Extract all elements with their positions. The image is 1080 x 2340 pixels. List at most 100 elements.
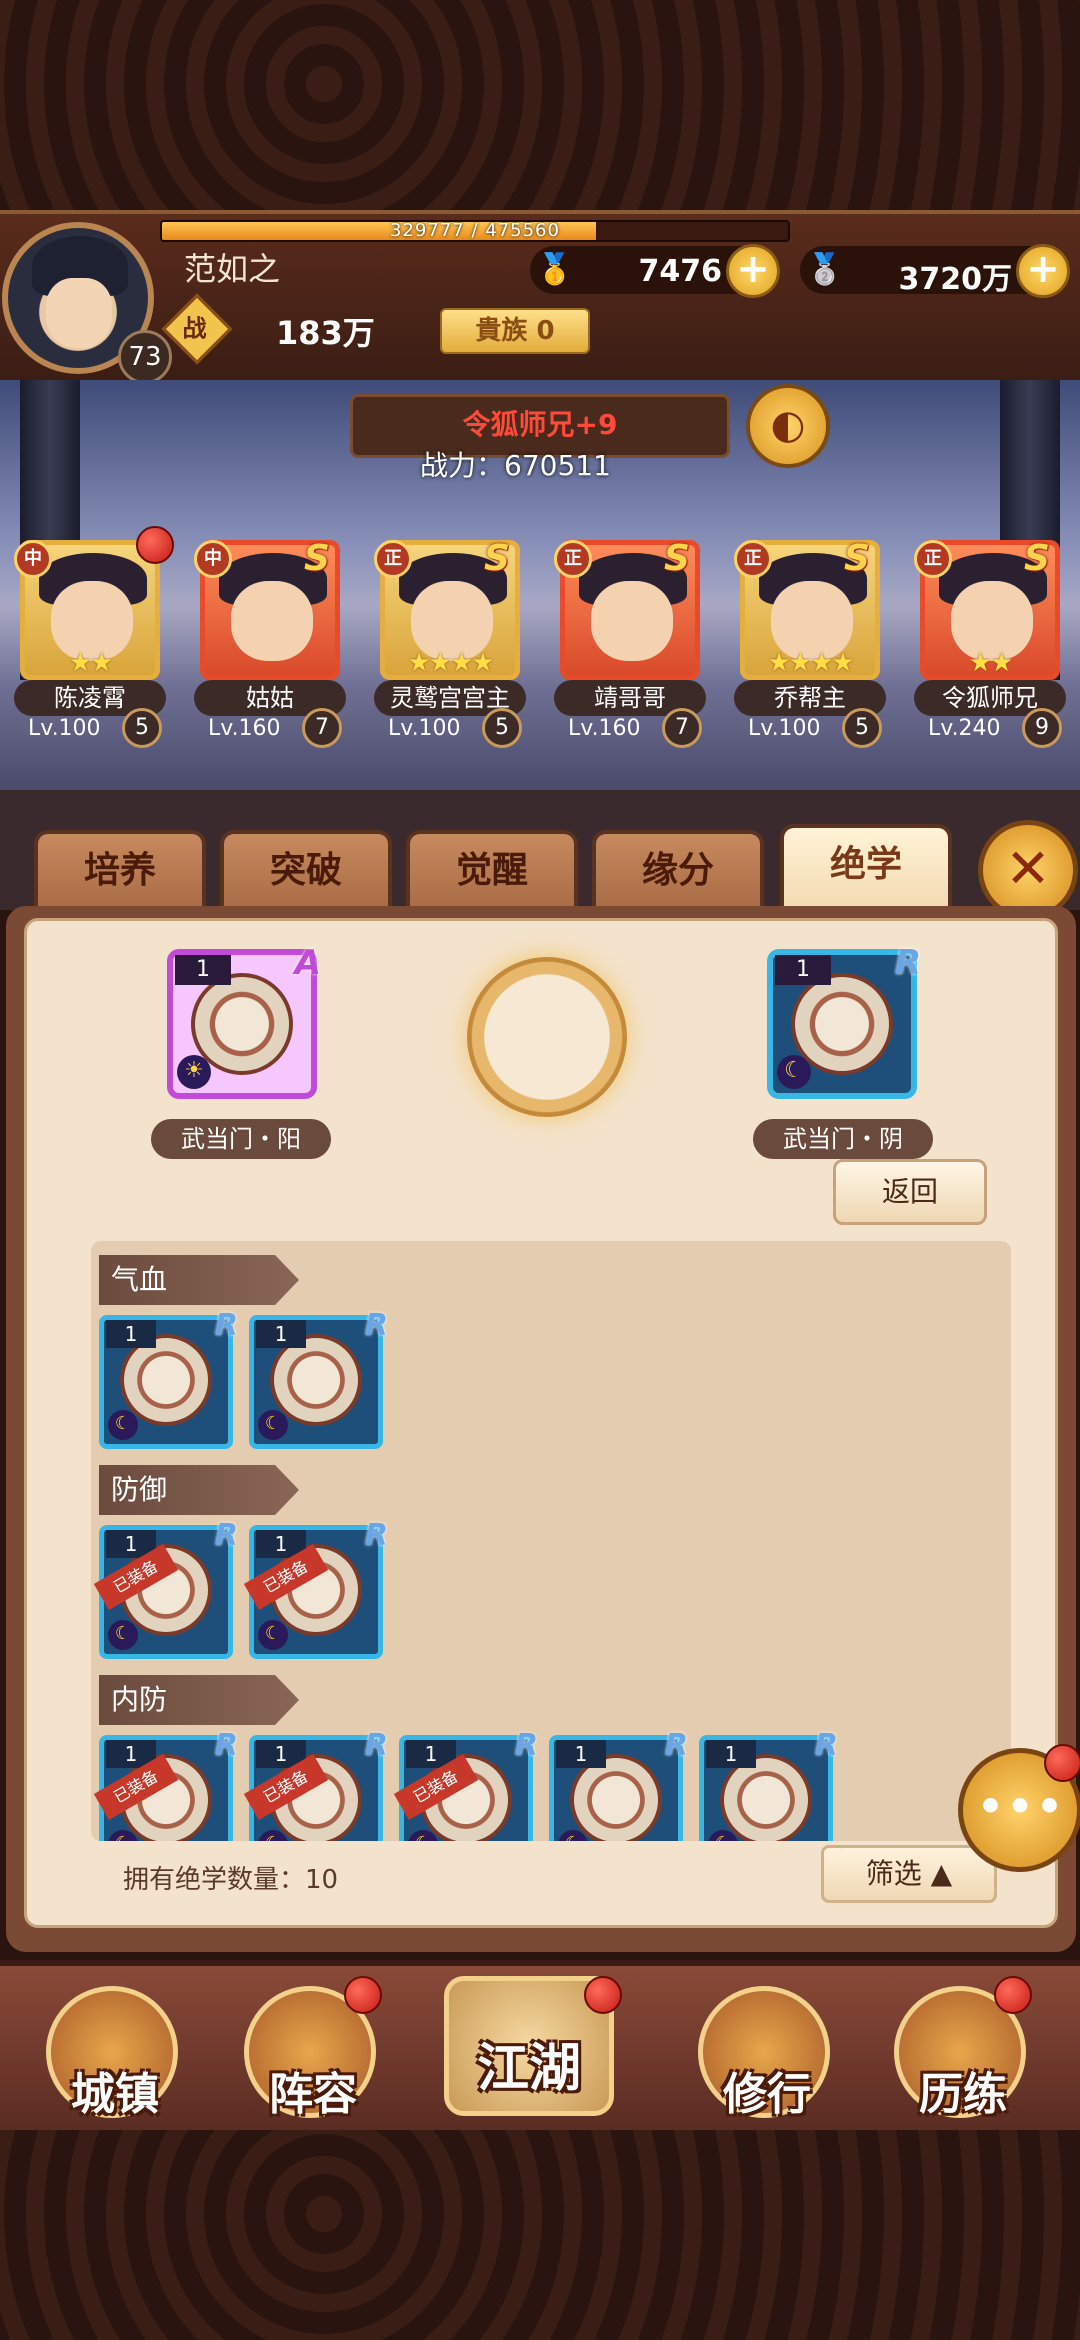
rank-badge: R	[664, 1728, 688, 1763]
gold-counter: 🥇 7476 +	[530, 244, 780, 298]
nav-label: 城镇	[71, 2069, 159, 2120]
moon-icon: ☾	[777, 1055, 811, 1089]
faction-badge: 正	[734, 540, 772, 578]
notification-dot	[344, 1976, 382, 2014]
nav-4[interactable]: 历练	[888, 1976, 1038, 2136]
hero-count-badge: 7	[302, 708, 342, 748]
bottom-background	[0, 2130, 1080, 2340]
top-background	[0, 0, 1080, 210]
hero-count-badge: 5	[122, 708, 162, 748]
hero-count-badge: 7	[662, 708, 702, 748]
skill-count-badge: 1	[106, 1320, 156, 1348]
hero-card[interactable]: 正 S 靖哥哥 Lv.160 7	[554, 538, 706, 748]
nav-1[interactable]: 阵容	[238, 1976, 388, 2136]
skill-count-badge: 1	[706, 1740, 756, 1768]
skill-card[interactable]: 1R☾已装备	[243, 1518, 388, 1659]
battle-power-icon: 战	[161, 293, 233, 365]
player-header: 329777 / 475560 73 范如之 🥇 7476 + 🥈 3720万 …	[0, 210, 1080, 384]
rank-badge: R	[214, 1518, 238, 1553]
nav-2[interactable]: 江湖	[444, 1976, 622, 2136]
skill-card[interactable]: 1R☾已装备	[93, 1728, 238, 1841]
back-button[interactable]: 返回	[833, 1159, 987, 1225]
hero-level: Lv.240	[928, 716, 1001, 741]
silver-value: 3720万	[898, 262, 1013, 297]
hero-level: Lv.160	[568, 716, 641, 741]
tab-3[interactable]: 缘分	[592, 830, 764, 912]
skill-count-badge: 1	[256, 1320, 306, 1348]
player-name: 范如之	[184, 250, 281, 288]
tab-bar: 培养 突破 觉醒 缘分 绝学 ✕	[0, 790, 1080, 920]
nav-3[interactable]: 修行	[692, 1986, 842, 2136]
hero-count-badge: 5	[482, 708, 522, 748]
star-rating: ★★	[968, 648, 1014, 678]
faction-badge: 中	[194, 540, 232, 578]
skill-card[interactable]: 1R☾已装备	[393, 1728, 538, 1841]
rank-badge: R	[214, 1728, 238, 1763]
close-button[interactable]: ✕	[978, 820, 1078, 920]
noble-badge[interactable]: 貴族 0	[440, 308, 590, 354]
faction-badge: 正	[374, 540, 412, 578]
category-header: 内防	[99, 1675, 299, 1725]
hero-card[interactable]: 中 ★★ 陈凌霄 Lv.100 5	[14, 540, 166, 748]
category-header: 气血	[99, 1255, 299, 1305]
filter-button[interactable]: 筛选 ▲	[821, 1845, 997, 1903]
nav-label: 江湖	[476, 2039, 581, 2099]
skill-card[interactable]: 1R☾已装备	[93, 1518, 238, 1659]
category-header: 防御	[99, 1465, 299, 1515]
rank-badge: R	[214, 1308, 238, 1343]
moon-icon: ☾	[108, 1410, 138, 1440]
moon-icon: ☾	[258, 1410, 288, 1440]
hero-card[interactable]: 正 S ★★★★ 灵鹫宫宫主 Lv.100 5	[374, 538, 526, 748]
nav-0[interactable]: 城镇	[40, 1986, 190, 2136]
rank-badge: R	[814, 1728, 838, 1763]
rarity-badge: S	[844, 538, 870, 579]
silver-ingot-icon: 🥈	[806, 252, 844, 287]
hero-card[interactable]: 中 S 姑姑 Lv.160 7	[194, 538, 346, 748]
tab-1[interactable]: 突破	[220, 830, 392, 912]
skill-list[interactable]: 气血1R☾1R☾防御1R☾已装备1R☾已装备内防1R☾已装备1R☾已装备1R☾已…	[91, 1241, 1011, 1841]
rank-badge: A	[294, 943, 321, 983]
exp-bar: 329777 / 475560	[160, 220, 790, 242]
hero-level: Lv.100	[28, 716, 101, 741]
skill-count-badge: 1	[175, 955, 231, 985]
hero-card[interactable]: 正 S ★★ 令狐师兄 Lv.240 9	[914, 538, 1066, 748]
notification-dot	[1044, 1744, 1080, 1782]
skill-card[interactable]: 1R☾	[249, 1308, 388, 1449]
moon-icon: ☾	[108, 1620, 138, 1650]
hero-card[interactable]: 正 S ★★★★ 乔帮主 Lv.100 5	[734, 538, 886, 748]
notification-dot	[994, 1976, 1032, 2014]
hero-level: Lv.160	[208, 716, 281, 741]
skill-card[interactable]: 1R☾已装备	[243, 1728, 388, 1841]
star-rating: ★★★★	[767, 648, 854, 678]
silver-counter: 🥈 3720万 +	[800, 244, 1070, 298]
equipped-skill-label-right: 武当门・阴	[753, 1119, 933, 1159]
rarity-badge: S	[484, 538, 510, 579]
exp-text: 329777 / 475560	[390, 220, 560, 241]
hero-level: Lv.100	[748, 716, 821, 741]
equipped-skill-slot-left[interactable]: 1 A ☀	[167, 943, 321, 1099]
hero-count-badge: 9	[1022, 708, 1062, 748]
skill-card[interactable]: 1R☾	[699, 1728, 838, 1841]
skill-card[interactable]: 1R☾	[549, 1728, 688, 1841]
hero-scene: 令狐师兄+9 ◐ 战力：670511 中 ★★ 陈凌霄 Lv.100 5 中 S 姑姑 Lv.1…	[0, 380, 1080, 790]
rarity-badge: S	[1024, 538, 1050, 579]
power-row: 战 183万 貴族 0	[161, 293, 1030, 365]
speaker-icon: ◐	[770, 402, 806, 448]
faction-badge: 中	[14, 540, 52, 578]
voice-button[interactable]: ◐	[746, 384, 830, 468]
skill-card[interactable]: 1 R ☾	[99, 1308, 238, 1449]
tab-0[interactable]: 培养	[34, 830, 206, 912]
total-power-value: 183万	[276, 314, 375, 352]
tab-4[interactable]: 绝学	[780, 824, 952, 912]
sun-icon: ☀	[177, 1055, 211, 1089]
tab-2[interactable]: 觉醒	[406, 830, 578, 912]
nav-label: 历练	[919, 2069, 1007, 2120]
notification-dot	[136, 526, 174, 564]
add-silver-button[interactable]: +	[1016, 244, 1070, 298]
hero-count-badge: 5	[842, 708, 882, 748]
gold-ingot-icon: 🥇	[536, 252, 574, 287]
hero-combat-power: 战力：670511	[420, 449, 611, 482]
equipped-skill-slot-right[interactable]: 1 R ☾	[767, 943, 921, 1099]
faction-badge: 正	[554, 540, 592, 578]
add-gold-button[interactable]: +	[726, 244, 780, 298]
